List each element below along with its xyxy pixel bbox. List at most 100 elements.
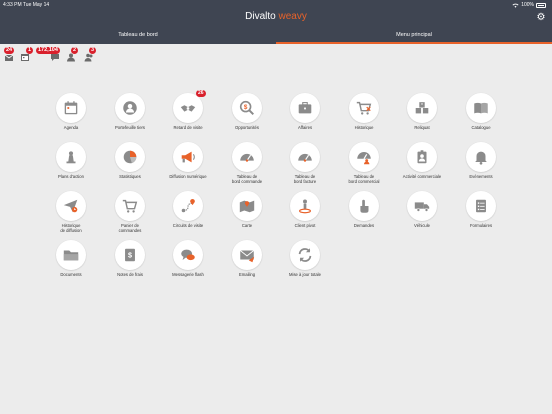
notification-messages[interactable]: 24 [4, 46, 20, 62]
menu-item-portefeuille-tiers[interactable]: Portefeuille tiers [102, 93, 158, 143]
menu-item-label: Evénements [469, 174, 493, 179]
notification-count: 24 [4, 47, 15, 54]
status-time: 4:33 PM Tue May 14 [3, 2, 50, 8]
brand-part-2: weavy [275, 11, 307, 22]
menu-item-tableau-bord-facture[interactable]: Tableau de bord facture [277, 142, 333, 192]
retard-badge: 26 [196, 90, 206, 97]
menu-item-plans-d-action[interactable]: Plans d'action [43, 142, 99, 192]
tab-tableau-de-bord[interactable]: Tableau de bord [0, 29, 276, 44]
menu-item-label: Tableau de bord facture [293, 174, 317, 184]
notification-person[interactable]: 2 [66, 46, 82, 62]
menu-item-label: Messagerie flash [172, 272, 204, 277]
top-bar: 4:33 PM Tue May 14 100% Divalto weavy ⚙ … [0, 0, 552, 44]
chat-bubbles-icon [173, 240, 203, 270]
menu-item-evenements[interactable]: Evénements [453, 142, 509, 192]
gauge-icon [232, 142, 262, 172]
menu-item-label: Opportunités [235, 125, 259, 130]
menu-item-label: Tableau de bord commande [231, 174, 263, 184]
gauge-icon [290, 142, 320, 172]
menu-item-label: Agenda [63, 125, 79, 130]
notification-users[interactable]: 3 [84, 46, 100, 62]
menu-item-label: Portefeuille tiers [114, 125, 146, 130]
menu-item-label: Véhicule [413, 223, 431, 228]
menu-item-statistiques[interactable]: Statistiques [102, 142, 158, 192]
menu-item-label: Reliquat [414, 125, 430, 130]
status-bar: 4:33 PM Tue May 14 100% [0, 0, 552, 10]
notification-count: 172,104 [36, 47, 60, 54]
opportunity-icon: $ [232, 93, 262, 123]
menu-item-panier-de-commandes[interactable]: Panier de commandes [102, 191, 158, 241]
handshake-icon [173, 93, 203, 123]
menu-item-messagerie-flash[interactable]: Messagerie flash [160, 240, 216, 290]
svg-text:$: $ [128, 251, 132, 260]
menu-item-demandes[interactable]: Demandes [336, 191, 392, 241]
menu-item-client-pivot[interactable]: Client pivot [277, 191, 333, 241]
menu-item-reliquat[interactable]: Reliquat [394, 93, 450, 143]
map-icon [232, 191, 262, 221]
settings-gear-icon[interactable]: ⚙ [536, 13, 546, 23]
menu-item-label: Tableau de bord commercial [348, 174, 380, 184]
menu-item-mise-a-jour-totale[interactable]: Mise à jour totale [277, 240, 333, 290]
menu-item-label: Activité commerciale [402, 174, 442, 179]
menu-item-formulaires[interactable]: Formulaires [453, 191, 509, 241]
menu-item-opportunites[interactable]: $ Opportunités [219, 93, 275, 143]
book-icon [466, 93, 496, 123]
email-icon [232, 240, 262, 270]
menu-item-agenda[interactable]: Agenda [43, 93, 99, 143]
menu-item-carte[interactable]: Carte [219, 191, 275, 241]
menu-item-vehicule[interactable]: Véhicule [394, 191, 450, 241]
menu-item-notes-de-frais[interactable]: $ Notes de frais [102, 240, 158, 290]
wifi-icon [512, 3, 519, 8]
id-badge-icon [407, 142, 437, 172]
menu-item-documents[interactable]: Documents [43, 240, 99, 290]
menu-item-emailing[interactable]: Emailing [219, 240, 275, 290]
menu-item-label: Demandes [353, 223, 375, 228]
svg-text:$: $ [244, 104, 248, 111]
menu-item-label: Retard de visite [173, 125, 203, 130]
sync-icon [290, 240, 320, 270]
battery-percent: 100% [521, 2, 534, 8]
menu-item-diffusion-numerique[interactable]: Diffusion numérique [160, 142, 216, 192]
cart-history-icon [349, 93, 379, 123]
agenda-icon [56, 93, 86, 123]
menu-item-activite-commerciale[interactable]: Activité commerciale [394, 142, 450, 192]
notification-calendar[interactable]: 1 [20, 46, 36, 62]
menu-item-tableau-bord-commercial[interactable]: Tableau de bord commercial [336, 142, 392, 192]
menu-item-label: Catalogue [471, 125, 491, 130]
route-icon [173, 191, 203, 221]
menu-item-label: Plans d'action [58, 174, 84, 179]
tab-menu-principal[interactable]: Menu principal [276, 29, 552, 44]
gauge-people-icon [349, 142, 379, 172]
menu-item-label: Documents [60, 272, 82, 277]
portfolio-icon [115, 93, 145, 123]
menu-item-historique-de-diffusion[interactable]: Historique de diffusion [43, 191, 99, 241]
expense-icon: $ [115, 240, 145, 270]
send-history-icon [56, 191, 86, 221]
boxes-icon [407, 93, 437, 123]
menu-item-label: Formulaires [469, 223, 493, 228]
menu-item-label: Circuits de visite [172, 223, 204, 228]
cart-icon [115, 191, 145, 221]
menu-item-retard-de-visite[interactable]: 26 Retard de visite [160, 90, 216, 143]
menu-item-label: Notes de frais [117, 272, 143, 277]
notification-count: 1 [26, 47, 34, 54]
battery-icon [536, 2, 546, 8]
menu-item-label: Diffusion numérique [169, 174, 207, 179]
megaphone-icon [173, 142, 203, 172]
notification-count: 2 [71, 47, 79, 54]
menu-item-label: Historique [354, 125, 374, 130]
menu-item-label: Historique de diffusion [60, 223, 82, 233]
pie-chart-icon [115, 142, 145, 172]
menu-item-catalogue[interactable]: Catalogue [453, 93, 509, 143]
pivot-client-icon [290, 191, 320, 221]
bell-icon [466, 142, 496, 172]
menu-item-label: Client pivot [294, 223, 316, 228]
menu-item-label: Carte [241, 223, 253, 228]
menu-item-circuits-de-visite[interactable]: Circuits de visite [160, 191, 216, 241]
notification-chat[interactable]: 172,104 [36, 46, 66, 62]
menu-item-historique[interactable]: Historique [336, 93, 392, 143]
menu-item-affaires[interactable]: Affaires [277, 93, 333, 143]
folder-icon [56, 240, 86, 270]
menu-item-tableau-bord-commande[interactable]: Tableau de bord commande [219, 142, 275, 192]
menu-item-label: Mise à jour totale [289, 272, 321, 277]
